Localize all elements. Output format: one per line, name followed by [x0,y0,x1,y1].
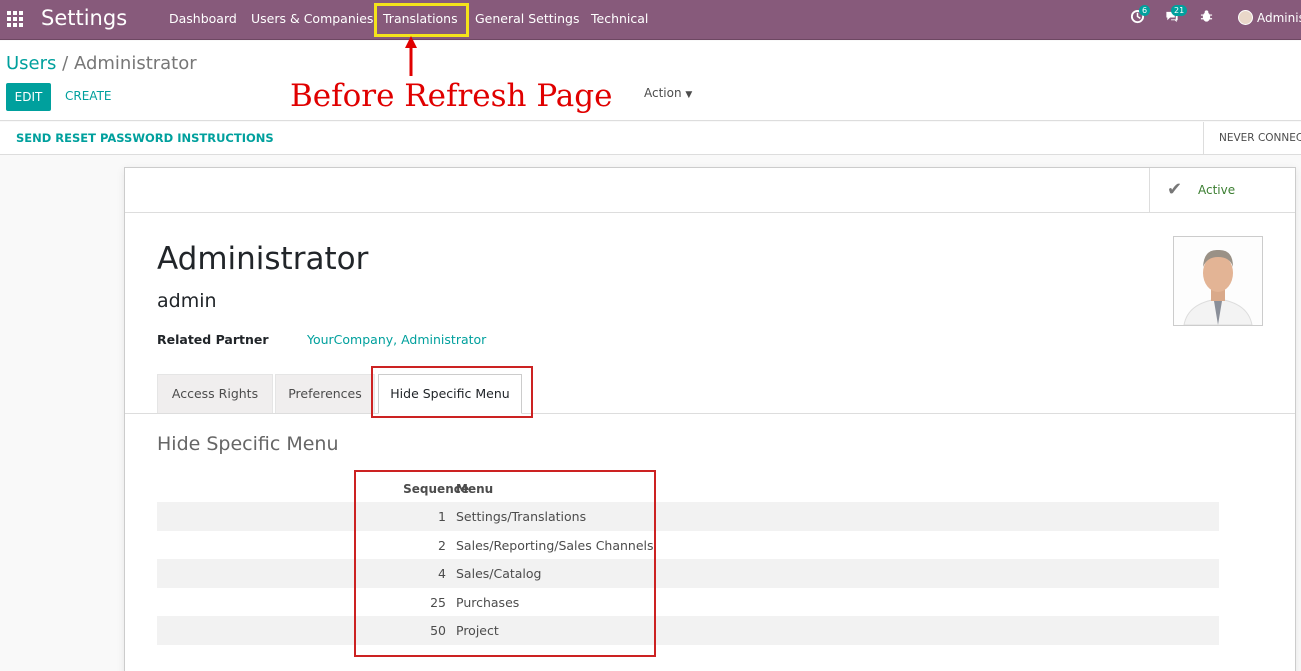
annotation-arrow-icon [405,36,417,76]
action-label: Action [644,86,682,100]
menu-dashboard[interactable]: Dashboard [169,11,237,26]
activity-icon[interactable]: 6 [1130,5,1151,28]
top-navbar: Settings Dashboard Users & Companies Tra… [0,0,1301,40]
send-reset-password-button[interactable]: SEND RESET PASSWORD INSTRUCTIONS [16,131,274,145]
annotation-text: Before Refresh Page [290,78,613,114]
table-row[interactable]: 25 Purchases [157,588,1219,617]
check-icon: ✔ [1167,179,1183,200]
menu-technical[interactable]: Technical [591,11,648,26]
messages-icon[interactable]: 21 [1164,5,1188,28]
edit-button[interactable]: EDIT [6,83,51,111]
user-name-title: Administrator [157,241,369,277]
activity-count-badge: 6 [1139,5,1151,16]
related-partner-label: Related Partner [157,332,269,347]
user-photo[interactable] [1173,236,1263,326]
apps-grid-icon[interactable] [7,11,23,27]
active-toggle-button[interactable]: ✔ Active [1149,168,1295,212]
table-row[interactable]: 1 Settings/Translations [157,502,1219,531]
breadcrumb: Users / Administrator [6,53,197,74]
section-title: Hide Specific Menu [157,433,339,455]
control-panel: Users / Administrator EDIT CREATE Action… [0,41,1301,121]
button-box: ✔ Active [125,168,1295,213]
caret-down-icon: ▼ [685,90,693,100]
notebook-tabs: Access Rights Preferences Hide Specific … [125,374,1295,414]
translations-highlight-box [374,3,469,37]
app-title: Settings [41,6,128,30]
table-highlight-box [354,470,656,657]
user-avatar [1238,10,1253,25]
breadcrumb-users-link[interactable]: Users [6,53,56,74]
never-connected-status: NEVER CONNECTED [1203,122,1301,154]
tab-highlight-box [371,366,533,418]
user-name: Adminis [1257,11,1301,25]
tab-preferences[interactable]: Preferences [275,374,375,413]
form-sheet: ✔ Active Administrator admin Related Par… [124,167,1296,671]
message-count-badge: 21 [1171,5,1188,16]
create-button[interactable]: CREATE [65,89,112,103]
action-dropdown[interactable]: Action ▼ [644,86,692,100]
status-bar: SEND RESET PASSWORD INSTRUCTIONS NEVER C… [0,122,1301,155]
table-header: Sequence Menu [157,478,1219,502]
table-row[interactable]: 4 Sales/Catalog [157,559,1219,588]
table-row[interactable]: 2 Sales/Reporting/Sales Channels [157,531,1219,560]
breadcrumb-separator: / [62,53,69,74]
menu-general-settings[interactable]: General Settings [475,11,580,26]
table-row[interactable]: 50 Project [157,616,1219,645]
menu-users-companies[interactable]: Users & Companies [251,11,373,26]
user-menu[interactable]: Adminis [1238,10,1301,25]
active-label: Active [1198,183,1236,197]
user-login: admin [157,290,217,312]
debug-bug-icon[interactable] [1200,9,1213,27]
related-partner-link[interactable]: YourCompany, Administrator [307,332,486,347]
tab-access-rights[interactable]: Access Rights [157,374,273,413]
breadcrumb-current: Administrator [73,53,197,74]
